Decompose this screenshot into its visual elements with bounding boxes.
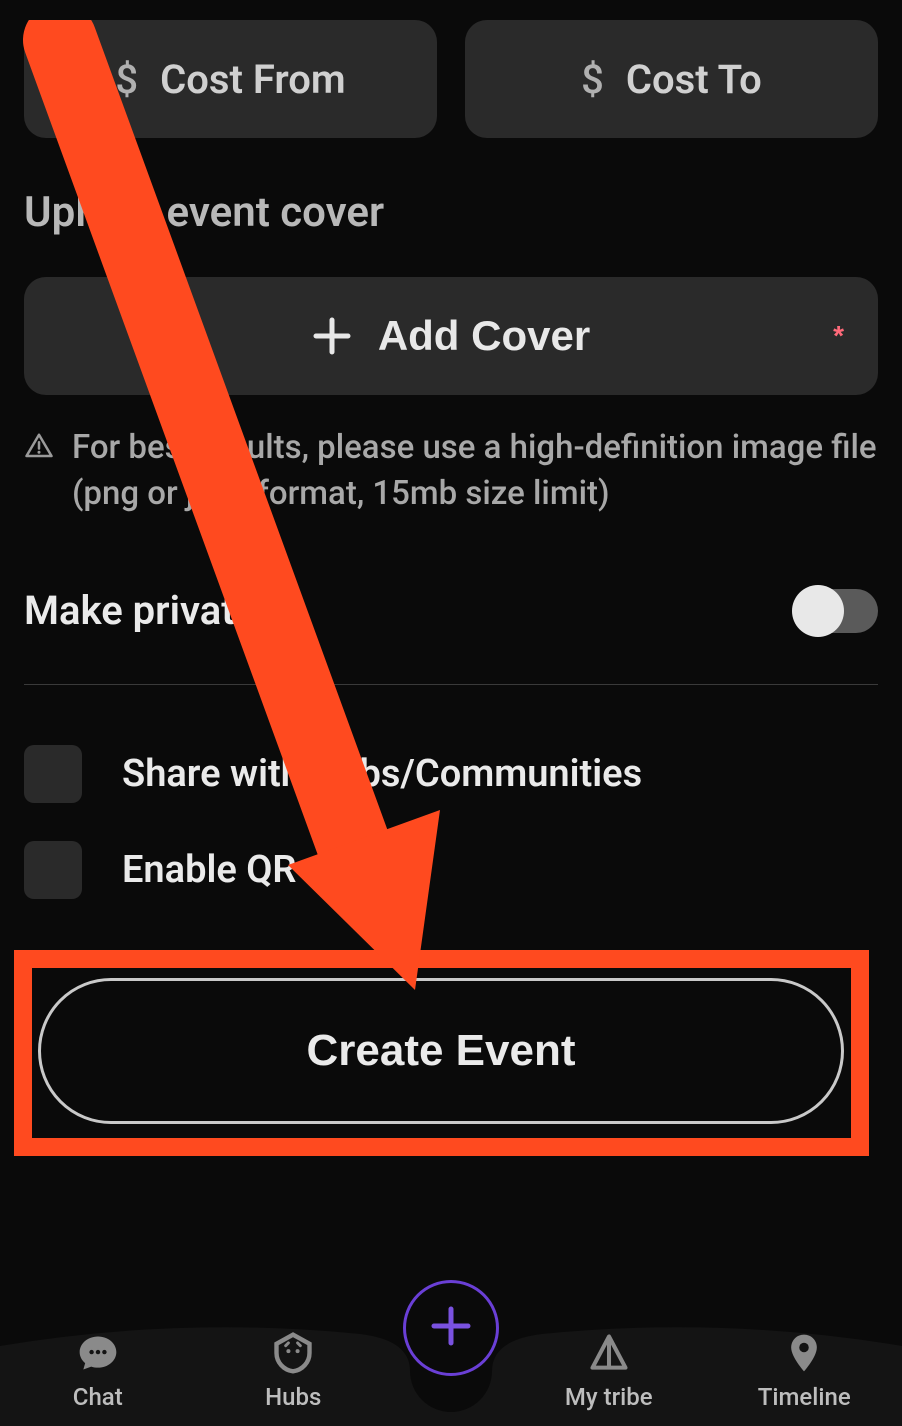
warning-icon — [24, 431, 54, 465]
required-asterisk: * — [833, 320, 844, 352]
dollar-icon: $ — [115, 56, 138, 103]
enable-qr-label: Enable QR Access — [122, 848, 431, 892]
share-hubs-label: Share with Hubs/Communities — [122, 752, 642, 796]
create-event-label: Create Event — [306, 1026, 575, 1076]
cost-from-placeholder: Cost From — [160, 56, 345, 103]
pin-icon — [782, 1331, 826, 1379]
nav-chat-label: Chat — [73, 1383, 123, 1411]
hubs-icon — [271, 1331, 315, 1379]
dollar-icon: $ — [581, 56, 604, 103]
hint-row: For best results, please use a high-defi… — [24, 425, 878, 517]
hint-text: For best results, please use a high-defi… — [72, 425, 878, 517]
nav-mytribe-label: My tribe — [565, 1383, 653, 1411]
fab-add-button[interactable] — [403, 1280, 499, 1376]
make-private-toggle[interactable] — [794, 589, 878, 633]
chat-icon — [76, 1331, 120, 1379]
toggle-knob — [792, 585, 844, 637]
plus-icon — [312, 316, 352, 356]
make-private-label: Make private — [24, 587, 256, 634]
make-private-row: Make private — [24, 587, 878, 685]
cost-from-field[interactable]: $ Cost From — [24, 20, 437, 138]
cost-to-placeholder: Cost To — [626, 56, 762, 103]
add-cover-button[interactable]: Add Cover * — [24, 277, 878, 395]
nav-hubs-label: Hubs — [265, 1383, 321, 1411]
plus-icon — [426, 1301, 476, 1355]
nav-timeline[interactable]: Timeline — [707, 1331, 902, 1411]
share-hubs-checkbox[interactable] — [24, 745, 82, 803]
nav-hubs[interactable]: Hubs — [196, 1331, 392, 1411]
nav-mytribe[interactable]: My tribe — [511, 1331, 707, 1411]
cost-to-field[interactable]: $ Cost To — [465, 20, 878, 138]
cost-row: $ Cost From $ Cost To — [24, 20, 878, 138]
tent-icon — [587, 1331, 631, 1379]
create-event-button[interactable]: Create Event — [38, 978, 844, 1124]
share-hubs-row: Share with Hubs/Communities — [24, 745, 878, 803]
upload-section-title: Upload event cover — [24, 188, 878, 237]
nav-timeline-label: Timeline — [758, 1383, 851, 1411]
nav-chat[interactable]: Chat — [0, 1331, 196, 1411]
form-content: $ Cost From $ Cost To Upload event cover… — [0, 0, 902, 899]
enable-qr-row: Enable QR Access — [24, 841, 878, 899]
enable-qr-checkbox[interactable] — [24, 841, 82, 899]
bottom-nav: Chat Hubs My tribe Timeline — [0, 1256, 902, 1426]
create-event-wrap: Create Event — [38, 978, 844, 1124]
add-cover-label: Add Cover — [378, 312, 590, 360]
